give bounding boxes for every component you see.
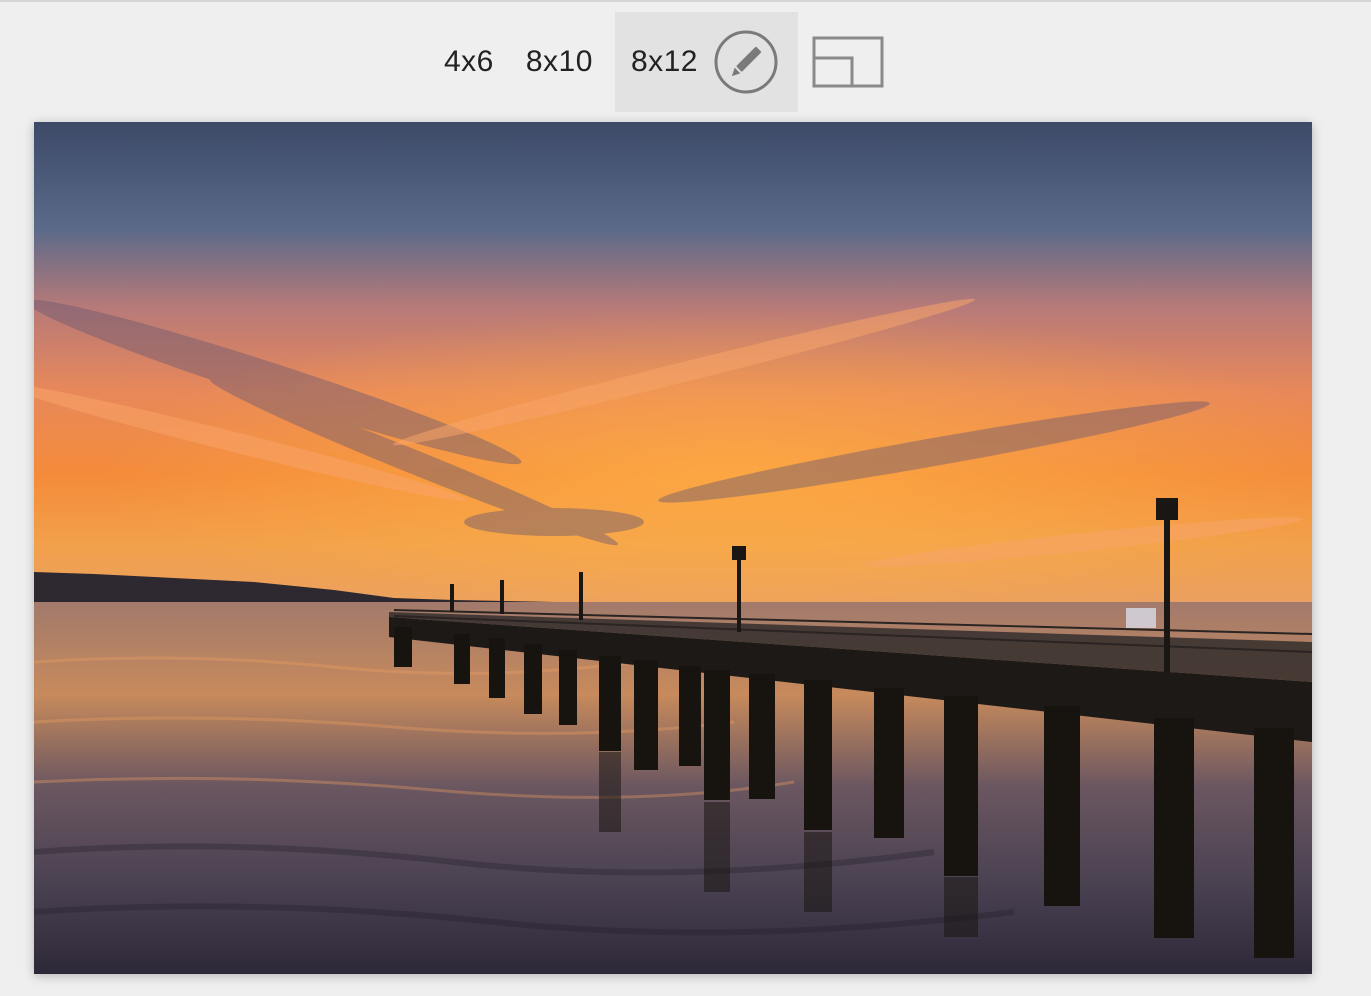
orientation-toggle-button[interactable]	[812, 34, 884, 90]
photo-preview	[34, 122, 1312, 974]
size-option-label: 8x12	[630, 45, 698, 78]
size-option-8x10[interactable]: 8x10	[510, 12, 609, 112]
print-preview-page: 4x6 8x10 8x12	[0, 0, 1371, 996]
size-option-4x6[interactable]: 4x6	[428, 12, 510, 112]
print-size-selector: 4x6 8x10 8x12	[428, 12, 884, 112]
orientation-toggle-icon	[812, 36, 884, 88]
edit-size-button[interactable]	[714, 30, 778, 94]
size-option-8x12[interactable]: 8x12	[614, 12, 798, 112]
sunset-pier-photo	[34, 122, 1312, 974]
pencil-icon	[714, 30, 778, 94]
